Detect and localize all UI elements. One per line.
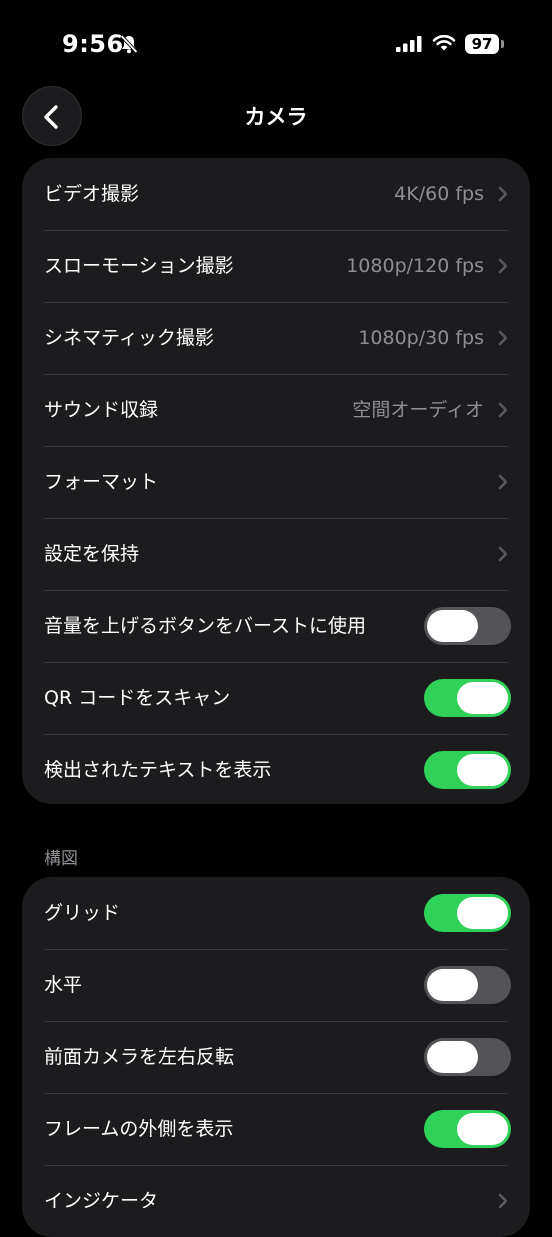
cellular-signal-icon (396, 36, 423, 56)
chevron-right-icon (498, 186, 508, 202)
wifi-icon (432, 34, 456, 56)
row-label: グリッド (44, 902, 121, 924)
composition-group: グリッド 水平 前面カメラを左右反転 フレームの外側を表示 インジケータ (22, 877, 530, 1237)
camera-settings-group: ビデオ撮影 4K/60 fps スローモーション撮影 1080p/120 fps… (22, 158, 530, 804)
row-mirror-front-camera: 前面カメラを左右反転 (22, 1021, 530, 1093)
page-title: カメラ (244, 105, 308, 129)
mirror-front-camera-toggle[interactable] (424, 1038, 511, 1076)
toggle-knob (457, 897, 508, 929)
toggle-knob (427, 969, 478, 1001)
chevron-right-icon (498, 1193, 508, 1209)
row-label: シネマティック撮影 (44, 327, 214, 349)
row-formats[interactable]: フォーマット (22, 446, 530, 518)
row-label: 音量を上げるボタンをバーストに使用 (44, 615, 367, 637)
row-scan-qr: QR コードをスキャン (22, 662, 530, 734)
toggle-knob (457, 754, 508, 786)
toggle-knob (427, 610, 478, 642)
chevron-right-icon (498, 474, 508, 490)
row-label: インジケータ (44, 1190, 159, 1212)
toggle-knob (427, 1041, 478, 1073)
detected-text-toggle[interactable] (424, 751, 511, 789)
composition-section-header: 構図 (44, 849, 78, 869)
row-cinematic[interactable]: シネマティック撮影 1080p/30 fps (22, 302, 530, 374)
row-indicators[interactable]: インジケータ (22, 1165, 530, 1237)
row-value: 1080p/120 fps (346, 255, 484, 277)
row-value: 1080p/30 fps (358, 327, 484, 349)
row-label: ビデオ撮影 (44, 183, 140, 205)
chevron-right-icon (498, 258, 508, 274)
row-label: 水平 (44, 974, 83, 996)
status-time: 9:56 (62, 30, 124, 58)
row-level: 水平 (22, 949, 530, 1021)
row-value: 4K/60 fps (394, 183, 484, 205)
row-label: 検出されたテキストを表示 (44, 759, 272, 781)
row-preserve-settings[interactable]: 設定を保持 (22, 518, 530, 590)
row-label: フォーマット (44, 471, 159, 493)
row-label: サウンド収録 (44, 399, 159, 421)
silent-mode-icon (119, 34, 139, 58)
toggle-knob (457, 1113, 508, 1145)
row-label: 前面カメラを左右反転 (44, 1046, 235, 1068)
view-outside-frame-toggle[interactable] (424, 1110, 511, 1148)
row-label: QR コードをスキャン (44, 687, 231, 709)
battery-icon: 97 (465, 34, 499, 54)
battery-cap (501, 40, 504, 48)
row-grid: グリッド (22, 877, 530, 949)
chevron-right-icon (498, 330, 508, 346)
grid-toggle[interactable] (424, 894, 511, 932)
status-bar: 9:56 97 (0, 0, 552, 90)
row-sound-recording[interactable]: サウンド収録 空間オーディオ (22, 374, 530, 446)
chevron-right-icon (498, 546, 508, 562)
row-label: 設定を保持 (44, 543, 140, 565)
level-toggle[interactable] (424, 966, 511, 1004)
chevron-right-icon (498, 402, 508, 418)
scan-qr-toggle[interactable] (424, 679, 511, 717)
row-label: スローモーション撮影 (44, 255, 234, 277)
row-show-detected-text: 検出されたテキストを表示 (22, 734, 530, 804)
row-view-outside-frame: フレームの外側を表示 (22, 1093, 530, 1165)
row-video-recording[interactable]: ビデオ撮影 4K/60 fps (22, 158, 530, 230)
volume-burst-toggle[interactable] (424, 607, 511, 645)
row-slow-motion[interactable]: スローモーション撮影 1080p/120 fps (22, 230, 530, 302)
row-volume-up-burst: 音量を上げるボタンをバーストに使用 (22, 590, 530, 662)
toggle-knob (457, 682, 508, 714)
row-value: 空間オーディオ (352, 399, 484, 421)
row-label: フレームの外側を表示 (44, 1118, 234, 1140)
